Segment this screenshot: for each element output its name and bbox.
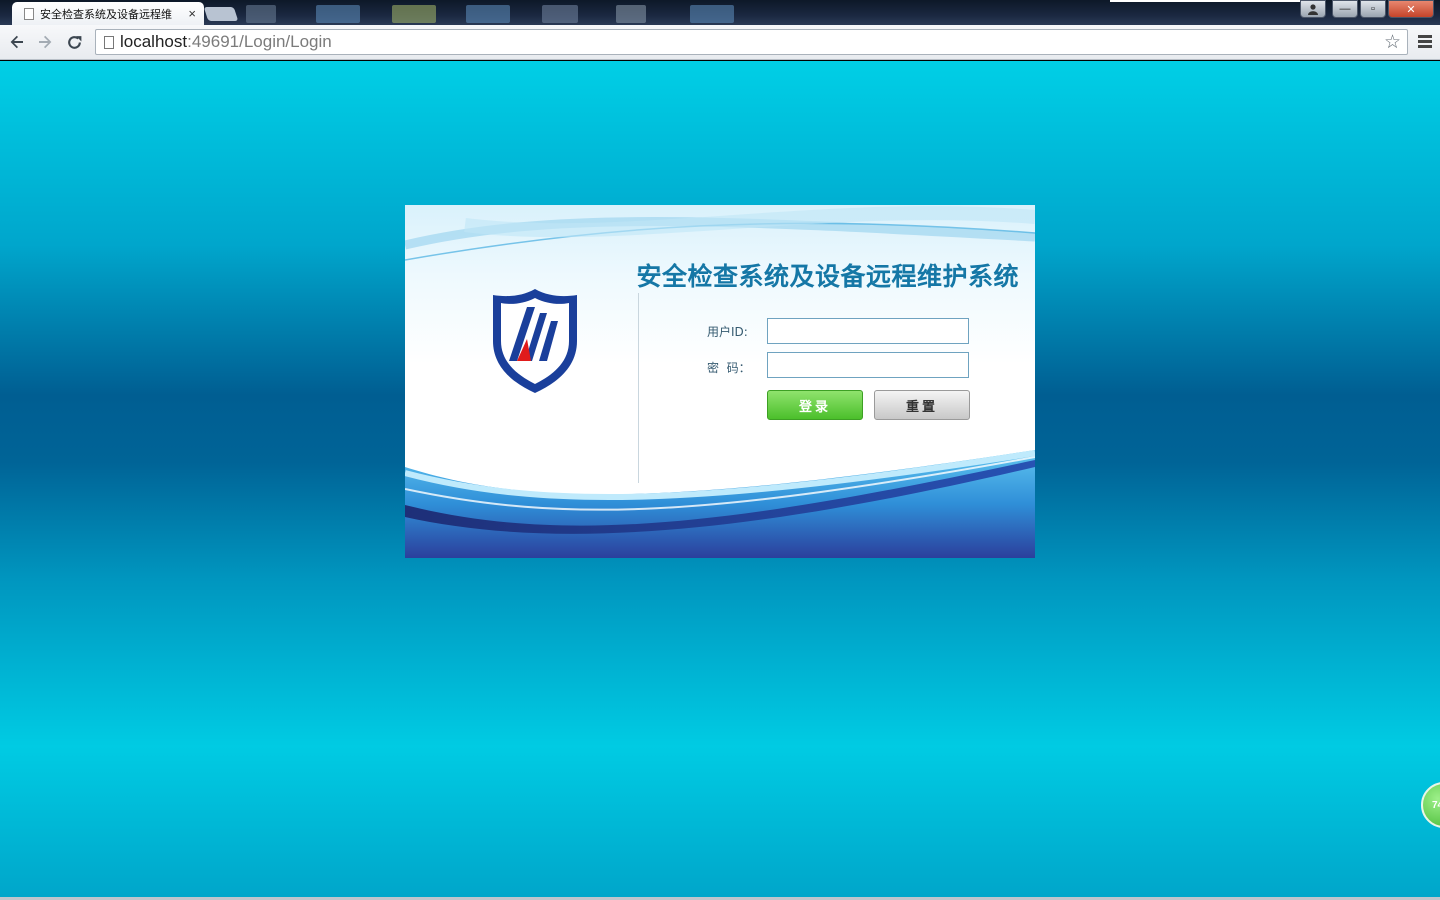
taskbar-thumbnail bbox=[466, 5, 510, 23]
forward-icon[interactable] bbox=[34, 31, 56, 53]
taskbar-thumbnail bbox=[690, 5, 734, 23]
user-id-label: 用户ID: bbox=[707, 325, 748, 339]
url-path: :49691/Login/Login bbox=[187, 32, 332, 51]
url-host: localhost bbox=[120, 32, 188, 51]
password-input[interactable] bbox=[767, 352, 969, 378]
menu-icon[interactable] bbox=[1418, 35, 1432, 50]
titlebar-highlight bbox=[1110, 0, 1320, 2]
close-window-button[interactable]: ✕ bbox=[1388, 0, 1434, 18]
floating-speed-badge[interactable]: 74 bbox=[1421, 782, 1440, 828]
taskbar-thumbnail bbox=[542, 5, 578, 23]
page-background: 安全检查系统及设备远程维护系统 用户ID: 密 码： 登录 重置 74 bbox=[0, 61, 1440, 897]
taskbar-thumbnail bbox=[246, 5, 276, 23]
bookmark-star-icon[interactable]: ☆ bbox=[1384, 31, 1401, 54]
login-button[interactable]: 登录 bbox=[767, 390, 863, 420]
maximize-button[interactable]: ▫ bbox=[1360, 0, 1386, 18]
taskbar-thumbnail bbox=[616, 5, 646, 23]
password-label: 密 码： bbox=[707, 361, 751, 375]
minimize-button[interactable]: — bbox=[1332, 0, 1358, 18]
user-profile-icon[interactable] bbox=[1300, 0, 1326, 18]
tab-title: 安全检查系统及设备远程维 bbox=[40, 7, 172, 21]
reload-icon[interactable] bbox=[63, 31, 85, 53]
taskbar-thumbnail bbox=[316, 5, 360, 23]
panel-divider bbox=[638, 293, 639, 483]
back-icon[interactable] bbox=[6, 31, 28, 53]
window-controls: — ▫ ✕ bbox=[1300, 0, 1434, 20]
reset-button[interactable]: 重置 bbox=[874, 390, 970, 420]
taskbar-thumbnail bbox=[392, 5, 436, 23]
browser-toolbar: localhost:49691/Login/Login ☆ bbox=[0, 25, 1440, 60]
page-icon bbox=[104, 35, 114, 49]
address-bar[interactable]: localhost:49691/Login/Login ☆ bbox=[95, 29, 1408, 55]
tab-close-icon[interactable]: × bbox=[188, 6, 196, 21]
user-id-input[interactable] bbox=[767, 318, 969, 344]
browser-tab[interactable]: 安全检查系统及设备远程维 × bbox=[12, 2, 204, 25]
system-title: 安全检查系统及设备远程维护系统 bbox=[636, 262, 1019, 291]
new-tab-button[interactable] bbox=[203, 7, 239, 21]
shield-logo-icon bbox=[493, 289, 577, 393]
window-titlebar: 安全检查系统及设备远程维 × — ▫ ✕ bbox=[0, 0, 1440, 25]
login-panel: 安全检查系统及设备远程维护系统 用户ID: 密 码： 登录 重置 bbox=[405, 205, 1035, 558]
page-icon bbox=[24, 7, 34, 20]
